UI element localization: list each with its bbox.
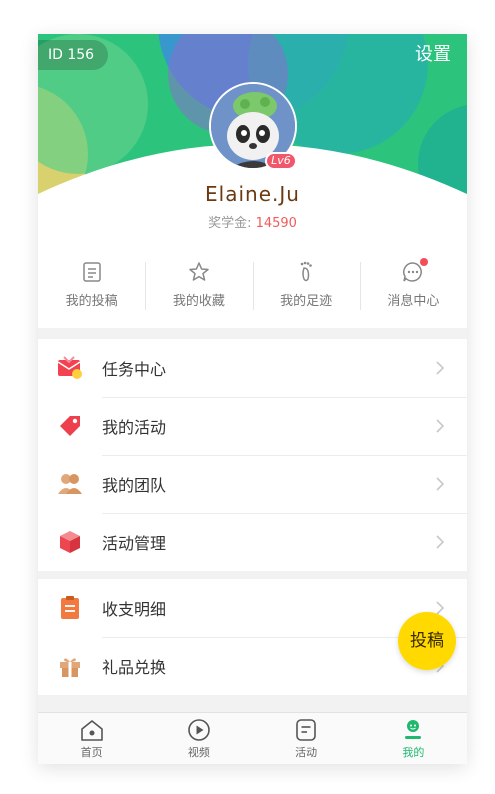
quick-item-label: 我的收藏 xyxy=(172,294,225,309)
chevron-right-icon xyxy=(436,361,445,375)
tab-home[interactable]: 首页 xyxy=(38,713,145,764)
activity-icon xyxy=(293,717,319,743)
menu-item-activity-management[interactable]: 活动管理 xyxy=(38,513,467,571)
task-envelope-icon xyxy=(56,354,84,382)
message-icon xyxy=(401,258,429,284)
menu-item-label: 收支明细 xyxy=(102,600,167,619)
tab-label: 首页 xyxy=(80,746,103,759)
menu-item-label: 活动管理 xyxy=(102,534,167,553)
quick-item-submissions[interactable]: 我的投稿 xyxy=(38,254,145,328)
tag-icon xyxy=(56,412,84,440)
tab-label: 活动 xyxy=(295,746,318,759)
submit-fab-button[interactable]: 投稿 xyxy=(398,612,456,670)
tab-label: 我的 xyxy=(402,746,425,759)
menu-item-label: 我的团队 xyxy=(102,476,167,495)
star-icon xyxy=(187,260,211,284)
chevron-right-icon xyxy=(436,535,445,549)
scholarship-line: 奖学金: 14590 xyxy=(38,212,467,231)
document-icon xyxy=(80,260,104,284)
quick-item-label: 消息中心 xyxy=(387,294,440,309)
scholarship-value: 14590 xyxy=(255,216,297,231)
menu-item-label: 任务中心 xyxy=(102,360,167,379)
profile-header: ID 156 设置 Lv6 Elaine.Ju 奖学金: 14590 xyxy=(38,34,467,254)
box-icon xyxy=(56,528,84,556)
unread-badge-dot xyxy=(420,258,429,266)
tab-label: 视频 xyxy=(187,746,210,759)
home-icon xyxy=(79,717,105,743)
team-icon xyxy=(56,470,84,498)
user-id-pill: ID 156 xyxy=(38,40,109,70)
quick-access-row: 我的投稿 我的收藏 我的足迹 消息中心 xyxy=(38,254,467,328)
menu-item-label: 礼品兑换 xyxy=(102,658,167,677)
username: Elaine.Ju xyxy=(205,182,300,206)
quick-item-label: 我的足迹 xyxy=(280,294,333,309)
play-icon xyxy=(186,717,212,743)
level-badge: Lv6 xyxy=(265,152,297,170)
scholarship-label: 奖学金: xyxy=(208,216,256,231)
quick-item-favorites[interactable]: 我的收藏 xyxy=(145,254,252,328)
menu-item-task-center[interactable]: 任务中心 xyxy=(38,339,467,397)
avatar-container[interactable]: Lv6 xyxy=(209,82,297,170)
gift-icon xyxy=(56,652,84,680)
settings-button[interactable]: 设置 xyxy=(415,42,451,68)
menu-group-primary: 任务中心 我的活动 我的团队 活动管理 xyxy=(38,339,467,571)
menu-item-label: 我的活动 xyxy=(102,418,167,437)
menu-item-my-activities[interactable]: 我的活动 xyxy=(38,397,467,455)
phone-screen: ID 156 设置 Lv6 Elaine.Ju 奖学金: 14590 我的投稿 … xyxy=(38,34,467,764)
profile-icon xyxy=(400,717,426,743)
tab-profile[interactable]: 我的 xyxy=(360,713,467,764)
footprint-icon xyxy=(294,260,318,284)
bottom-tab-bar: 首页 视频 活动 我的 xyxy=(38,712,467,764)
menu-item-my-team[interactable]: 我的团队 xyxy=(38,455,467,513)
clipboard-icon xyxy=(56,594,84,622)
quick-item-messages[interactable]: 消息中心 xyxy=(359,254,467,328)
quick-item-footprints[interactable]: 我的足迹 xyxy=(252,254,360,328)
tab-video[interactable]: 视频 xyxy=(145,713,252,764)
chevron-right-icon xyxy=(436,477,445,491)
chevron-right-icon xyxy=(436,419,445,433)
quick-item-label: 我的投稿 xyxy=(65,294,118,309)
tab-activity[interactable]: 活动 xyxy=(253,713,360,764)
